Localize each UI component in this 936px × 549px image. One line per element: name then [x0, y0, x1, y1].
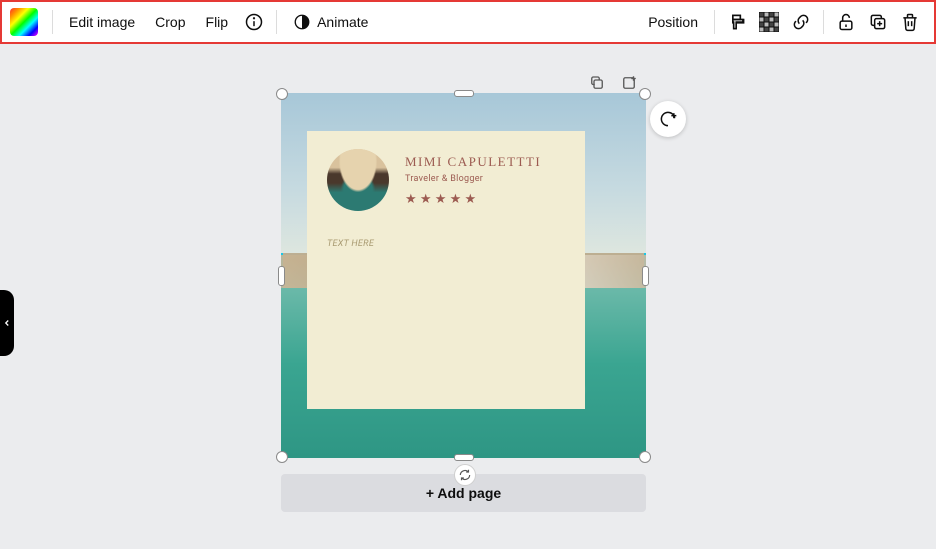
- star-rating[interactable]: ★ ★ ★ ★ ★: [405, 192, 541, 207]
- sync-icon: [454, 464, 476, 486]
- link-icon[interactable]: [785, 6, 817, 38]
- resize-handle-e[interactable]: [642, 266, 649, 286]
- page-controls: [586, 72, 640, 94]
- card-name[interactable]: MIMI CAPULETTTI: [405, 154, 541, 170]
- position-button[interactable]: Position: [638, 8, 708, 36]
- canvas-area: MIMI CAPULETTTI Traveler & Blogger ★ ★ ★…: [0, 44, 936, 549]
- info-icon[interactable]: [238, 6, 270, 38]
- add-page-icon[interactable]: [618, 72, 640, 94]
- style-copy-icon[interactable]: [721, 6, 753, 38]
- edit-image-button[interactable]: Edit image: [59, 8, 145, 36]
- resize-handle-nw[interactable]: [276, 88, 288, 100]
- color-picker-swatch[interactable]: [10, 8, 38, 36]
- resize-handle-sw[interactable]: [276, 451, 288, 463]
- toolbar-separator: [276, 10, 277, 34]
- review-card[interactable]: MIMI CAPULETTTI Traveler & Blogger ★ ★ ★…: [307, 131, 585, 409]
- card-subtitle[interactable]: Traveler & Blogger: [405, 174, 541, 184]
- quick-action-button[interactable]: [650, 101, 686, 137]
- toolbar-separator: [52, 10, 53, 34]
- selected-image[interactable]: MIMI CAPULETTTI Traveler & Blogger ★ ★ ★…: [281, 93, 646, 458]
- transparency-icon[interactable]: [753, 6, 785, 38]
- delete-icon[interactable]: [894, 6, 926, 38]
- duplicate-icon[interactable]: [862, 6, 894, 38]
- animate-label: Animate: [317, 14, 368, 30]
- resize-handle-se[interactable]: [639, 451, 651, 463]
- avatar[interactable]: [327, 149, 389, 211]
- card-header: MIMI CAPULETTTI Traveler & Blogger ★ ★ ★…: [327, 149, 565, 211]
- resize-handle-s[interactable]: [454, 454, 474, 461]
- crop-button[interactable]: Crop: [145, 8, 195, 36]
- image-edit-toolbar: Edit image Crop Flip Animate Position: [0, 0, 936, 44]
- animate-button[interactable]: Animate: [283, 7, 378, 37]
- expand-side-panel-tab[interactable]: [0, 290, 14, 356]
- flip-button[interactable]: Flip: [196, 8, 239, 36]
- toolbar-separator: [823, 10, 824, 34]
- resize-handle-w[interactable]: [278, 266, 285, 286]
- card-body-placeholder[interactable]: TEXT HERE: [327, 239, 565, 249]
- toolbar-separator: [714, 10, 715, 34]
- resize-handle-ne[interactable]: [639, 88, 651, 100]
- resize-handle-n[interactable]: [454, 90, 474, 97]
- duplicate-page-icon[interactable]: [586, 72, 608, 94]
- lock-icon[interactable]: [830, 6, 862, 38]
